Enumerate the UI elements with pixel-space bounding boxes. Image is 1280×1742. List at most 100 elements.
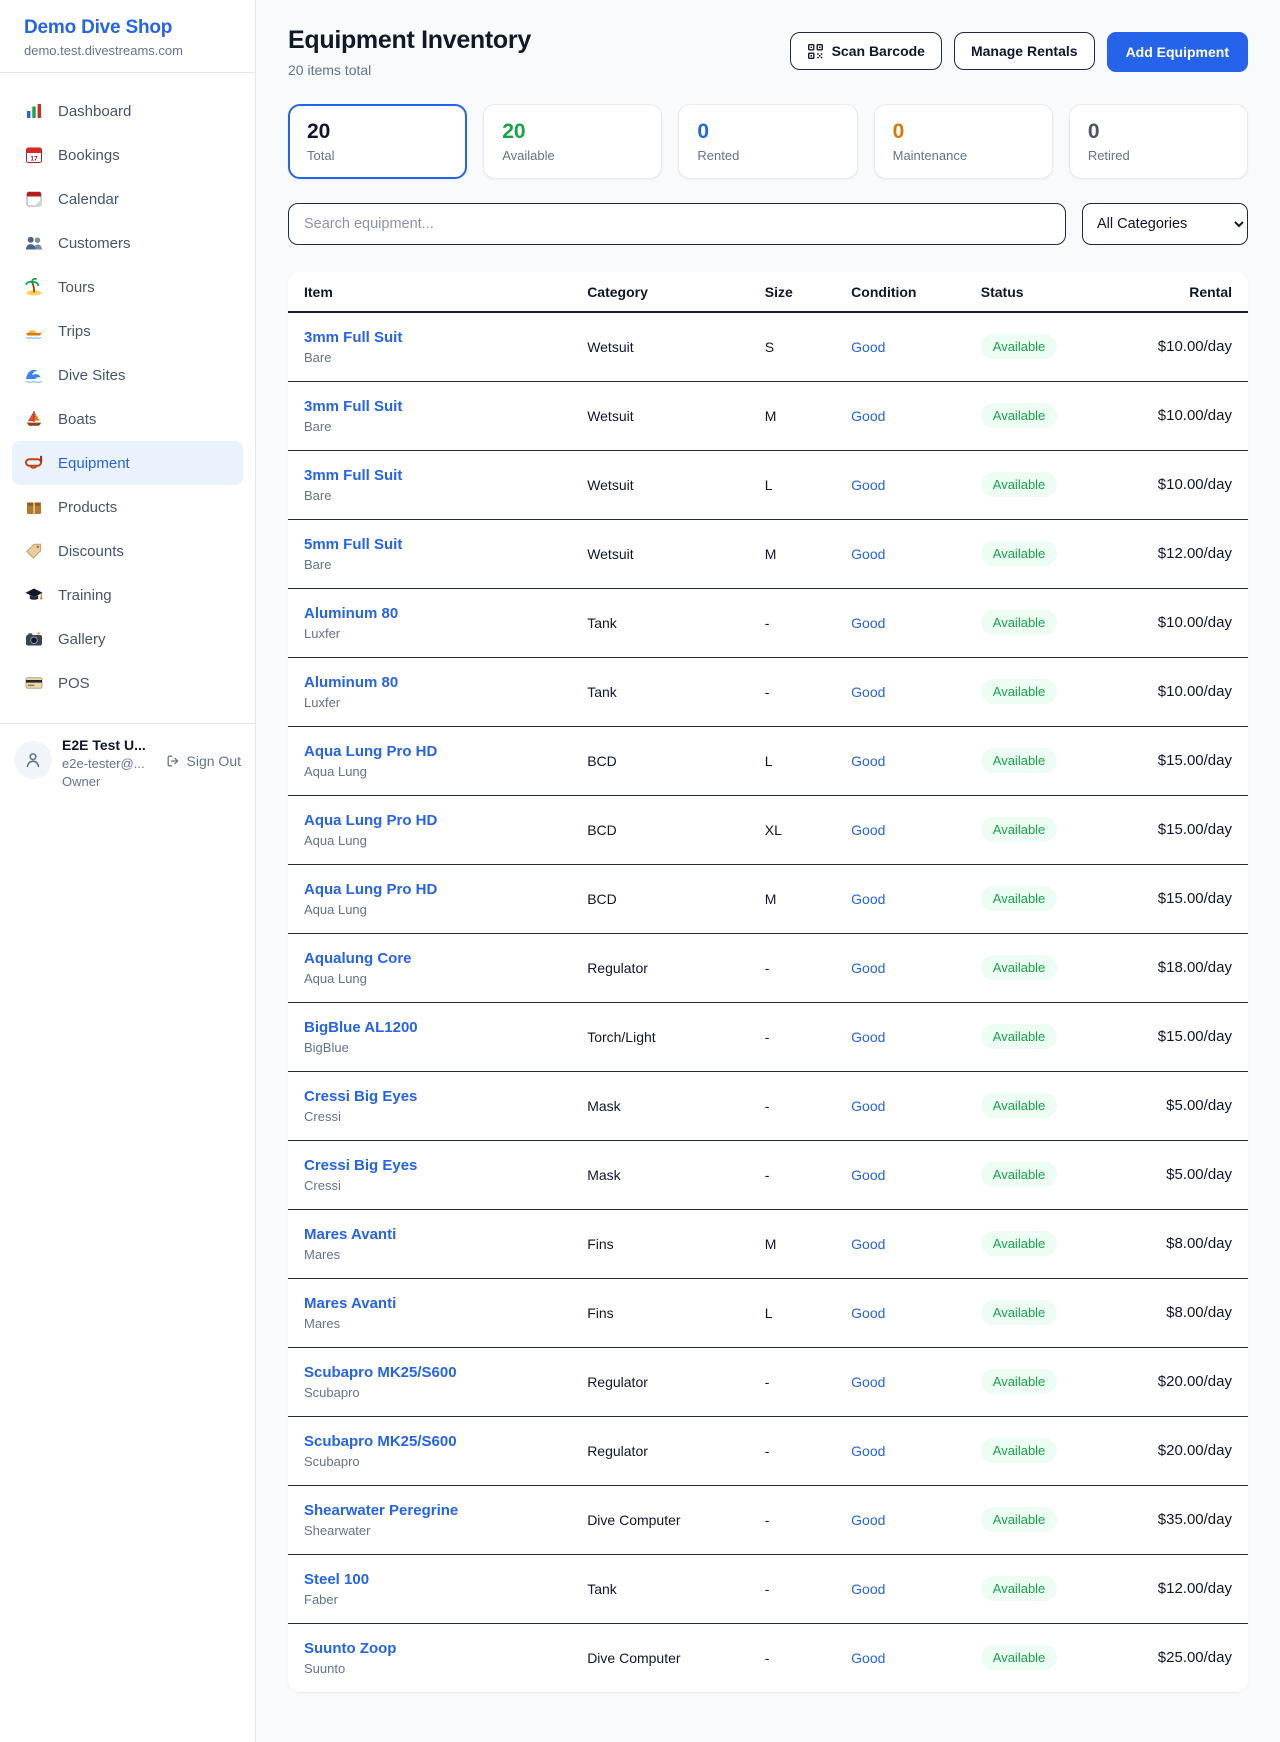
item-name-link[interactable]: 3mm Full Suit [304, 467, 555, 484]
condition-link[interactable]: Good [851, 1443, 885, 1459]
rental-cell: $12.00/day [1114, 519, 1248, 588]
stat-card-rented[interactable]: 0 Rented [678, 104, 857, 179]
condition-link[interactable]: Good [851, 1236, 885, 1252]
sidebar-item-products[interactable]: Products [12, 485, 243, 529]
item-name-link[interactable]: Aluminum 80 [304, 605, 555, 622]
stat-card-maintenance[interactable]: 0 Maintenance [874, 104, 1053, 179]
condition-link[interactable]: Good [851, 822, 885, 838]
table-row: Cressi Big Eyes Cressi Mask - Good Avail… [288, 1071, 1248, 1140]
sidebar-item-training[interactable]: Training [12, 573, 243, 617]
status-badge: Available [981, 955, 1058, 980]
condition-link[interactable]: Good [851, 1581, 885, 1597]
condition-cell: Good [835, 1209, 965, 1278]
rental-cell: $15.00/day [1114, 795, 1248, 864]
sidebar-item-equipment[interactable]: Equipment [12, 441, 243, 485]
item-name-link[interactable]: BigBlue AL1200 [304, 1019, 555, 1036]
status-cell: Available [965, 657, 1114, 726]
condition-link[interactable]: Good [851, 339, 885, 355]
item-brand: Aqua Lung [304, 971, 555, 986]
item-cell: Cressi Big Eyes Cressi [288, 1071, 571, 1140]
condition-link[interactable]: Good [851, 615, 885, 631]
item-name-link[interactable]: 5mm Full Suit [304, 536, 555, 553]
table-row: Mares Avanti Mares Fins M Good Available… [288, 1209, 1248, 1278]
page-header-text: Equipment Inventory 20 items total [288, 26, 531, 78]
item-name-link[interactable]: Scubapro MK25/S600 [304, 1433, 555, 1450]
condition-link[interactable]: Good [851, 1167, 885, 1183]
add-equipment-button[interactable]: Add Equipment [1107, 32, 1248, 72]
sidebar-item-discounts[interactable]: Discounts [12, 529, 243, 573]
sidebar-item-boats[interactable]: Boats [12, 397, 243, 441]
stat-card-total[interactable]: 20 Total [288, 104, 467, 179]
condition-link[interactable]: Good [851, 1029, 885, 1045]
brand-block[interactable]: Demo Dive Shop demo.test.divestreams.com [0, 0, 255, 72]
condition-link[interactable]: Good [851, 960, 885, 976]
condition-link[interactable]: Good [851, 546, 885, 562]
sidebar-item-trips[interactable]: Trips [12, 309, 243, 353]
sidebar-item-pos[interactable]: POS [12, 661, 243, 705]
item-name-link[interactable]: 3mm Full Suit [304, 398, 555, 415]
condition-cell: Good [835, 933, 965, 1002]
condition-link[interactable]: Good [851, 891, 885, 907]
item-name-link[interactable]: Mares Avanti [304, 1226, 555, 1243]
item-name-link[interactable]: 3mm Full Suit [304, 329, 555, 346]
sign-out-button[interactable]: Sign Out [165, 753, 241, 769]
sidebar-item-gallery[interactable]: Gallery [12, 617, 243, 661]
condition-link[interactable]: Good [851, 1512, 885, 1528]
item-name-link[interactable]: Shearwater Peregrine [304, 1502, 555, 1519]
condition-link[interactable]: Good [851, 1374, 885, 1390]
sidebar-item-dive-sites[interactable]: Dive Sites [12, 353, 243, 397]
table-row: Aluminum 80 Luxfer Tank - Good Available… [288, 657, 1248, 726]
rental-price: $15.00/day [1158, 752, 1232, 769]
sidebar-nav: Dashboard 17 Bookings Calendar Customers… [0, 73, 255, 713]
item-name-link[interactable]: Aqua Lung Pro HD [304, 812, 555, 829]
item-name-link[interactable]: Suunto Zoop [304, 1640, 555, 1657]
sidebar-item-bookings[interactable]: 17 Bookings [12, 133, 243, 177]
stat-retired-value: 0 [1088, 120, 1229, 144]
condition-link[interactable]: Good [851, 477, 885, 493]
condition-cell: Good [835, 1347, 965, 1416]
item-name-link[interactable]: Steel 100 [304, 1571, 555, 1588]
rental-price: $20.00/day [1158, 1373, 1232, 1390]
item-name-link[interactable]: Aqua Lung Pro HD [304, 743, 555, 760]
item-name-link[interactable]: Cressi Big Eyes [304, 1088, 555, 1105]
category-select[interactable]: All Categories [1082, 203, 1248, 245]
item-name-link[interactable]: Aqua Lung Pro HD [304, 881, 555, 898]
item-brand: Luxfer [304, 695, 555, 710]
sidebar-item-label: Trips [58, 323, 91, 340]
camera-icon [24, 629, 44, 649]
rental-cell: $20.00/day [1114, 1347, 1248, 1416]
size-cell: - [749, 657, 835, 726]
condition-link[interactable]: Good [851, 753, 885, 769]
condition-link[interactable]: Good [851, 408, 885, 424]
scan-barcode-button[interactable]: Scan Barcode [790, 32, 942, 70]
condition-link[interactable]: Good [851, 1650, 885, 1666]
shop-logo[interactable]: Demo Dive Shop [24, 17, 231, 39]
category-cell: Fins [571, 1278, 749, 1347]
manage-rentals-button[interactable]: Manage Rentals [954, 32, 1095, 70]
condition-link[interactable]: Good [851, 1305, 885, 1321]
search-input[interactable] [288, 203, 1066, 245]
condition-link[interactable]: Good [851, 1098, 885, 1114]
item-brand: Mares [304, 1247, 555, 1262]
status-cell: Available [965, 1485, 1114, 1554]
table-header-row: Item Category Size Condition Status Rent… [288, 272, 1248, 312]
item-name-link[interactable]: Scubapro MK25/S600 [304, 1364, 555, 1381]
sidebar-item-dashboard[interactable]: Dashboard [12, 89, 243, 133]
sidebar-item-tours[interactable]: Tours [12, 265, 243, 309]
sidebar-item-label: Products [58, 499, 117, 516]
rental-price: $8.00/day [1166, 1304, 1232, 1321]
item-name-link[interactable]: Aluminum 80 [304, 674, 555, 691]
item-name-link[interactable]: Cressi Big Eyes [304, 1157, 555, 1174]
item-name-link[interactable]: Mares Avanti [304, 1295, 555, 1312]
size-cell: - [749, 1554, 835, 1623]
stats-row: 20 Total 20 Available 0 Rented 0 Mainten… [288, 104, 1248, 179]
stat-card-retired[interactable]: 0 Retired [1069, 104, 1248, 179]
sidebar-item-calendar[interactable]: Calendar [12, 177, 243, 221]
rental-cell: $5.00/day [1114, 1140, 1248, 1209]
sidebar-item-label: Customers [58, 235, 131, 252]
condition-link[interactable]: Good [851, 684, 885, 700]
condition-cell: Good [835, 1416, 965, 1485]
sidebar-item-customers[interactable]: Customers [12, 221, 243, 265]
stat-card-available[interactable]: 20 Available [483, 104, 662, 179]
item-name-link[interactable]: Aqualung Core [304, 950, 555, 967]
